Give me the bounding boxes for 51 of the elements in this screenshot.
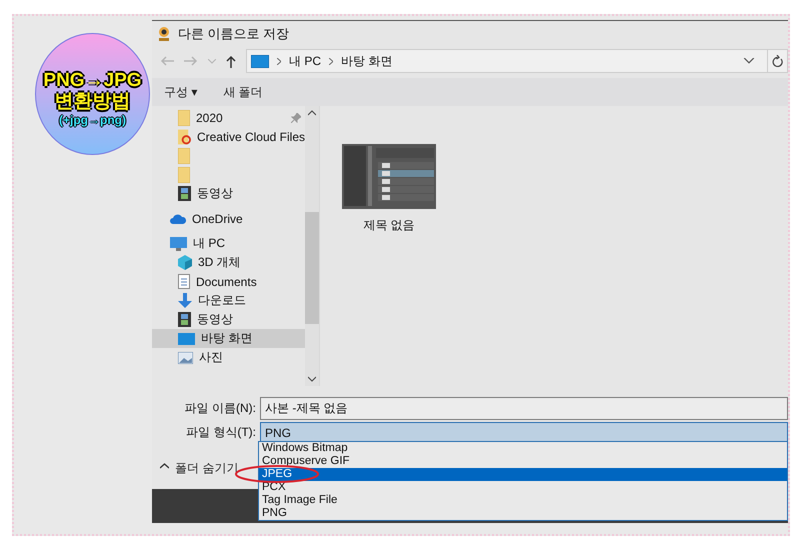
folder-icon [178, 166, 190, 182]
path-segment[interactable]: 바탕 화면 [341, 52, 392, 70]
badge-title: PNG→JPG [43, 71, 142, 91]
organize-button[interactable]: 구성 ▾ [164, 84, 198, 100]
window-title: 다른 이름으로 저장 [178, 24, 290, 42]
scrollbar[interactable] [305, 106, 319, 386]
sidebar-item[interactable]: 바탕 화면 [152, 329, 305, 348]
chevron-icon [277, 58, 281, 64]
webcam-icon [156, 26, 172, 42]
field-label: 파일 형식(T): [185, 424, 257, 441]
cloud-icon [170, 214, 186, 224]
badge-subtitle: (+jpg→png) [59, 113, 126, 127]
cube-icon [178, 255, 192, 270]
sidebar-item[interactable]: Creative Cloud Files [152, 127, 305, 146]
up-arrow-icon[interactable] [226, 54, 236, 68]
sidebar-item[interactable]: 3D 개체 [152, 253, 305, 272]
photo-icon [178, 352, 193, 364]
file-type-select[interactable]: PNG [260, 422, 788, 443]
folder-icon [178, 148, 190, 164]
file-name[interactable]: 제목 없음 [363, 217, 415, 234]
list-option[interactable]: Tag Image File [259, 494, 787, 507]
monitor-icon [178, 332, 195, 344]
refresh-icon[interactable] [772, 55, 783, 67]
sidebar-item[interactable]: 사진 [152, 348, 305, 367]
path-segment[interactable]: 내 PC [289, 52, 322, 70]
sidebar-item[interactable]: OneDrive [152, 209, 305, 228]
field-label: 파일 이름(N): [184, 400, 257, 417]
new-folder-button[interactable]: 새 폴더 [223, 84, 263, 100]
sidebar-item[interactable]: 동영상 [152, 184, 305, 203]
address-bar[interactable]: 내 PC 바탕 화면 [246, 49, 788, 73]
monitor-icon [170, 236, 187, 250]
film-icon [178, 186, 191, 201]
sidebar-item[interactable]: 동영상 [152, 310, 305, 329]
sidebar-item[interactable]: 2020 [152, 108, 305, 127]
sidebar-item[interactable]: 내 PC [152, 234, 305, 253]
folder-icon [178, 110, 190, 126]
file-name-field[interactable]: 사본 -제목 없음 [260, 397, 788, 420]
monitor-icon [251, 54, 269, 68]
sidebar-item[interactable]: 다운로드 [152, 291, 305, 310]
hide-folders-button[interactable]: 폴더 숨기기 [160, 460, 238, 477]
badge-title: 변환방법 [54, 92, 130, 112]
chevron-icon [329, 58, 334, 64]
list-option[interactable]: PNG [259, 507, 787, 520]
film-icon [178, 312, 191, 327]
list-option[interactable]: JPEG [259, 468, 787, 481]
folder-icon [178, 128, 191, 144]
sidebar-item[interactable]: Documents [152, 272, 305, 291]
list-option[interactable]: Compuserve GIF [259, 455, 787, 468]
list-option[interactable]: Windows Bitmap [259, 442, 787, 455]
down-arrow-icon [178, 293, 192, 308]
document-icon [178, 274, 190, 289]
